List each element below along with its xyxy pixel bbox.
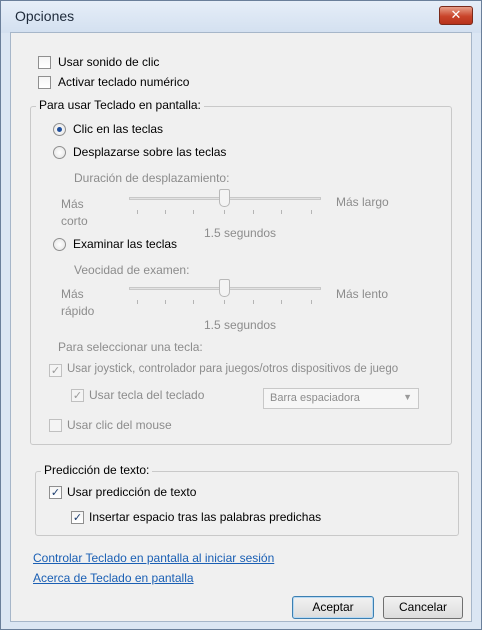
hover-keys-label[interactable]: Desplazarse sobre las teclas xyxy=(73,145,226,159)
click-sound-label[interactable]: Usar sonido de clic xyxy=(58,55,159,69)
scan-speed-max-label: Más lento xyxy=(336,287,389,301)
scan-keys-label[interactable]: Examinar las teclas xyxy=(73,237,177,251)
use-keyboard-key-label[interactable]: Usar tecla del teclado xyxy=(89,388,204,402)
use-joystick-label[interactable]: Usar joystick, controlador para juegos/o… xyxy=(67,363,398,375)
about-osk-link[interactable]: Acerca de Teclado en pantalla xyxy=(33,571,194,585)
hover-keys-radio[interactable] xyxy=(53,146,66,159)
tick xyxy=(281,300,282,304)
hover-duration-min-label: Más corto xyxy=(61,197,88,228)
title-bar: Opciones ✕ xyxy=(1,1,481,33)
control-at-login-link[interactable]: Controlar Teclado en pantalla al iniciar… xyxy=(33,551,274,565)
hover-duration-max-label: Más largo xyxy=(336,195,389,209)
ok-button[interactable]: Aceptar xyxy=(292,596,374,619)
cancel-button[interactable]: Cancelar xyxy=(383,596,463,619)
hover-duration-label: Duración de desplazamiento: xyxy=(74,171,230,185)
text-prediction-group xyxy=(35,471,459,536)
osk-usage-group-title: Para usar Teclado en pantalla: xyxy=(36,98,204,112)
use-mouse-click-label[interactable]: Usar clic del mouse xyxy=(67,418,172,432)
click-keys-label[interactable]: Clic en las teclas xyxy=(73,122,163,136)
numeric-keypad-checkbox[interactable] xyxy=(38,76,51,89)
use-keyboard-key-checkbox[interactable]: ✓ xyxy=(71,389,84,402)
close-icon: ✕ xyxy=(450,8,462,23)
tick xyxy=(193,210,194,214)
options-dialog: Opciones ✕ Usar sonido de clic Activar t… xyxy=(0,0,482,630)
tick xyxy=(224,300,225,304)
tick xyxy=(137,300,138,304)
text-prediction-group-title: Predicción de texto: xyxy=(41,463,153,477)
dialog-body: Usar sonido de clic Activar teclado numé… xyxy=(10,32,472,622)
tick xyxy=(311,210,312,214)
scan-keys-radio[interactable] xyxy=(53,238,66,251)
tick xyxy=(165,210,166,214)
chevron-down-icon: ▼ xyxy=(403,392,412,402)
tick xyxy=(137,210,138,214)
select-key-label: Para seleccionar una tecla: xyxy=(58,340,203,354)
insert-space-checkbox[interactable]: ✓ xyxy=(71,511,84,524)
scan-speed-value: 1.5 segundos xyxy=(204,318,277,332)
tick xyxy=(253,300,254,304)
tick xyxy=(224,210,225,214)
key-select-dropdown[interactable]: Barra espaciadora ▼ xyxy=(263,388,419,409)
key-select-value: Barra espaciadora xyxy=(270,392,360,404)
scan-speed-min-label: Más rápido xyxy=(61,287,95,318)
use-prediction-label[interactable]: Usar predicción de texto xyxy=(67,485,196,499)
numeric-keypad-label[interactable]: Activar teclado numérico xyxy=(58,75,189,89)
tick xyxy=(193,300,194,304)
tick xyxy=(165,300,166,304)
close-button[interactable]: ✕ xyxy=(439,6,473,25)
click-sound-checkbox[interactable] xyxy=(38,56,51,69)
tick xyxy=(311,300,312,304)
insert-space-label[interactable]: Insertar espacio tras las palabras predi… xyxy=(89,510,321,524)
hover-duration-slider-thumb[interactable] xyxy=(219,189,230,207)
hover-duration-value: 1.5 segundos xyxy=(204,226,277,240)
use-joystick-checkbox[interactable]: ✓ xyxy=(49,364,62,377)
use-mouse-click-checkbox[interactable] xyxy=(49,419,62,432)
click-keys-radio[interactable] xyxy=(53,123,66,136)
scan-speed-slider-thumb[interactable] xyxy=(219,279,230,297)
window-title: Opciones xyxy=(15,8,75,24)
use-prediction-checkbox[interactable]: ✓ xyxy=(49,486,62,499)
tick xyxy=(281,210,282,214)
tick xyxy=(253,210,254,214)
scan-speed-label: Veocidad de examen: xyxy=(74,263,190,277)
